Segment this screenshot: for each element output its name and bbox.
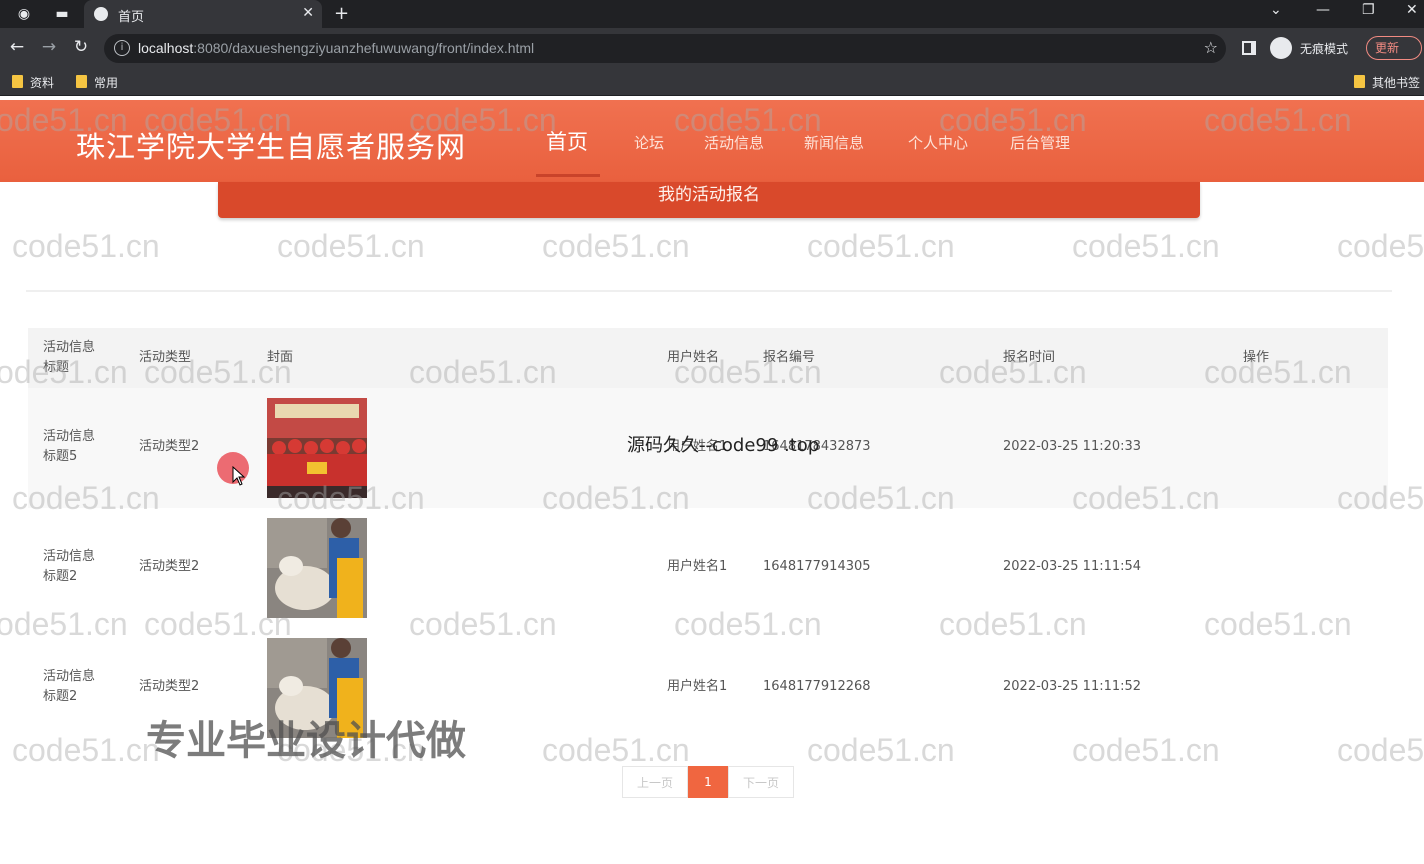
watermark-overlay: 源码久久--code99 .top [627,435,820,456]
volunteer-dog-photo [267,518,367,618]
mouse-pointer-icon [232,466,246,486]
col-activity-title: 活动信息 标题 [43,340,96,375]
nav-admin[interactable]: 后台管理 [1010,132,1070,153]
incognito-icon [1270,37,1292,59]
table-row[interactable]: 活动信息 标题2 活动类型2 用户姓名1 1648177914305 2022-… [28,508,1388,628]
cell-activity-title: 活动信息 标题2 [43,669,96,704]
cell-activity-title: 活动信息 标题2 [43,549,96,584]
forward-arrow-icon[interactable]: → [38,37,60,57]
site-info-icon[interactable]: i [114,40,130,56]
cell-activity-type: 活动类型2 [139,559,200,574]
volunteer-group-photo [267,398,367,498]
cell-user-name: 用户姓名1 [667,679,728,694]
watermark: code51.cn [277,228,425,264]
watermark: code51.cn [12,228,160,264]
other-bookmarks-folder[interactable]: 其他书签 [1354,74,1420,91]
browser-tab-strip: ◉ ▬ 首页 ✕ + ⌄ — ❐ ✕ [0,0,1424,28]
close-tab-icon[interactable]: ✕ [302,5,314,21]
globe-icon [94,7,108,21]
side-panel-icon[interactable] [1242,41,1256,55]
cell-user-name: 用户姓名1 [667,559,728,574]
watermark-overlay: 专业毕业设计代做 [146,718,466,764]
divider [26,290,1392,292]
cell-registration-time: 2022-03-25 11:11:54 [1003,559,1142,574]
tab-list-chevron-icon[interactable]: ⌄ [1270,2,1282,18]
nav-activity-info[interactable]: 活动信息 [704,132,764,153]
address-bar[interactable]: i localhost:8080/daxueshengziyuanzhefuwu… [104,34,1226,63]
site-title: 珠江学院大学生自愿者服务网 [76,130,467,164]
nav-active-indicator [536,174,600,177]
col-activity-type: 活动类型 [139,350,192,365]
cover-image[interactable] [267,518,367,618]
nav-home[interactable]: 首页 [546,126,588,156]
col-cover: 封面 [267,350,294,365]
table-header: 活动信息 标题 活动类型 封面 用户姓名 报名编号 报名时间 操作 [28,328,1388,388]
cell-activity-title: 活动信息 标题5 [43,429,96,464]
minimize-icon[interactable]: — [1316,2,1330,18]
cell-registration-time: 2022-03-25 11:11:52 [1003,679,1142,694]
bookmark-folder-changyong[interactable]: 常用 [76,74,118,91]
browser-menu-icon[interactable]: ◉ [14,4,34,24]
watermark: code51.cn [807,228,955,264]
col-actions: 操作 [1243,350,1270,365]
prev-page-button[interactable]: 上一页 [622,766,688,798]
address-url: localhost:8080/daxueshengziyuanzhefuwuwa… [138,40,535,56]
bookmark-folder-ziliao[interactable]: 资料 [12,74,54,91]
next-page-button[interactable]: 下一页 [728,766,794,798]
bookmarks-bar: 资料 常用 其他书签 [0,68,1424,96]
bookmark-star-icon[interactable]: ☆ [1204,38,1218,57]
site-header: 珠江学院大学生自愿者服务网 首页 论坛 活动信息 新闻信息 个人中心 后台管理 [0,100,1424,182]
nav-forum[interactable]: 论坛 [634,132,664,153]
cell-activity-type: 活动类型2 [139,679,200,694]
back-arrow-icon[interactable]: ← [6,37,28,57]
incognito-label: 无痕模式 [1300,42,1349,56]
tab-search-icon[interactable]: ▬ [52,4,72,24]
window-close-icon[interactable]: ✕ [1406,2,1418,18]
restore-icon[interactable]: ❐ [1362,2,1375,18]
watermark: code51.cn [542,228,690,264]
cell-registration-time: 2022-03-25 11:20:33 [1003,439,1142,454]
update-button[interactable]: 更新 [1366,36,1422,60]
page-viewport: 珠江学院大学生自愿者服务网 首页 论坛 活动信息 新闻信息 个人中心 后台管理 … [0,96,1424,864]
browser-toolbar: ← → ↻ i localhost:8080/daxueshengziyuanz… [0,28,1424,68]
nav-personal-center[interactable]: 个人中心 [908,132,968,153]
cover-image[interactable] [267,398,367,498]
col-registration-time: 报名时间 [1003,350,1056,365]
watermark: code51.cn [1337,228,1424,264]
col-registration-number: 报名编号 [763,350,816,365]
cell-registration-number: 1648177914305 [763,559,871,574]
browser-tab[interactable]: 首页 ✕ [84,0,322,28]
cell-registration-number: 1648177912268 [763,679,871,694]
col-user-name: 用户姓名 [667,350,720,365]
cell-activity-type: 活动类型2 [139,439,200,454]
nav-news-info[interactable]: 新闻信息 [804,132,864,153]
watermark: code51.cn [1072,228,1220,264]
new-tab-icon[interactable]: + [334,3,349,24]
reload-icon[interactable]: ↻ [70,37,92,57]
tab-title: 首页 [118,10,145,25]
page-1-button[interactable]: 1 [688,766,728,798]
section-title: 我的活动报名 [218,182,1200,218]
